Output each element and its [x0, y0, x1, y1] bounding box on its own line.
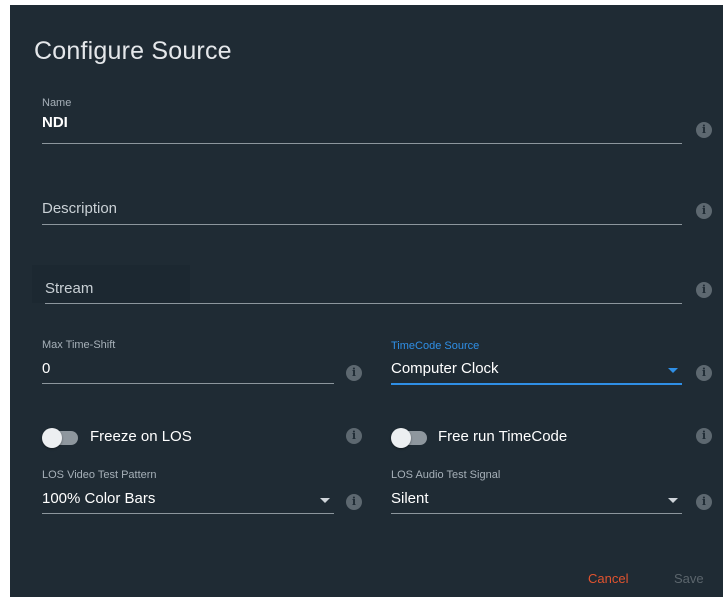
stream-info-icon[interactable]: i: [696, 282, 712, 298]
timecode-source-label: TimeCode Source: [391, 340, 480, 352]
freeze-on-los-label: Freeze on LOS: [90, 428, 192, 445]
chevron-down-icon: [668, 498, 678, 503]
free-run-timecode-label: Free run TimeCode: [438, 428, 568, 445]
stream-input[interactable]: Stream: [45, 280, 93, 297]
los-audio-test-signal-label: LOS Audio Test Signal: [391, 469, 501, 481]
stream-field[interactable]: Stream: [45, 279, 682, 305]
free-run-timecode-info-icon[interactable]: i: [696, 428, 712, 444]
stream-underline: [45, 303, 682, 304]
los-video-test-pattern-underline: [42, 513, 334, 514]
cancel-button[interactable]: Cancel: [588, 571, 628, 586]
name-underline: [42, 143, 682, 144]
timecode-source-underline: [391, 383, 682, 385]
description-info-icon[interactable]: i: [696, 203, 712, 219]
max-time-shift-info-icon[interactable]: i: [346, 365, 362, 381]
description-field[interactable]: Description: [42, 199, 682, 225]
max-time-shift-underline: [42, 383, 334, 384]
name-input[interactable]: NDI: [42, 114, 68, 131]
chevron-down-icon: [668, 368, 678, 373]
max-time-shift-field[interactable]: Max Time-Shift 0: [42, 339, 334, 385]
los-video-test-pattern-value: 100% Color Bars: [42, 490, 156, 507]
name-label: Name: [42, 97, 72, 109]
los-video-test-pattern-info-icon[interactable]: i: [346, 494, 362, 510]
freeze-on-los-thumb: [42, 428, 62, 448]
configure-source-dialog: Configure Source Name NDI i Description …: [10, 5, 723, 597]
los-video-test-pattern-label: LOS Video Test Pattern: [42, 469, 157, 481]
free-run-timecode-thumb: [391, 428, 411, 448]
name-info-icon[interactable]: i: [696, 122, 712, 138]
los-audio-test-signal-underline: [391, 513, 682, 514]
timecode-source-info-icon[interactable]: i: [696, 365, 712, 381]
los-audio-test-signal-select[interactable]: LOS Audio Test Signal Silent: [391, 469, 682, 515]
description-input[interactable]: Description: [42, 200, 117, 217]
name-field[interactable]: Name NDI: [42, 97, 682, 145]
save-button[interactable]: Save: [674, 571, 704, 586]
los-audio-test-signal-value: Silent: [391, 490, 429, 507]
dialog-title: Configure Source: [34, 37, 232, 65]
chevron-down-icon: [320, 498, 330, 503]
max-time-shift-input[interactable]: 0: [42, 360, 50, 377]
description-underline: [42, 224, 682, 225]
timecode-source-value: Computer Clock: [391, 360, 499, 377]
timecode-source-select[interactable]: TimeCode Source Computer Clock: [391, 340, 682, 386]
free-run-timecode-toggle[interactable]: [391, 428, 427, 448]
los-audio-test-signal-info-icon[interactable]: i: [696, 494, 712, 510]
los-video-test-pattern-select[interactable]: LOS Video Test Pattern 100% Color Bars: [42, 469, 334, 515]
freeze-on-los-info-icon[interactable]: i: [346, 428, 362, 444]
freeze-on-los-toggle[interactable]: [42, 428, 78, 448]
max-time-shift-label: Max Time-Shift: [42, 339, 116, 351]
